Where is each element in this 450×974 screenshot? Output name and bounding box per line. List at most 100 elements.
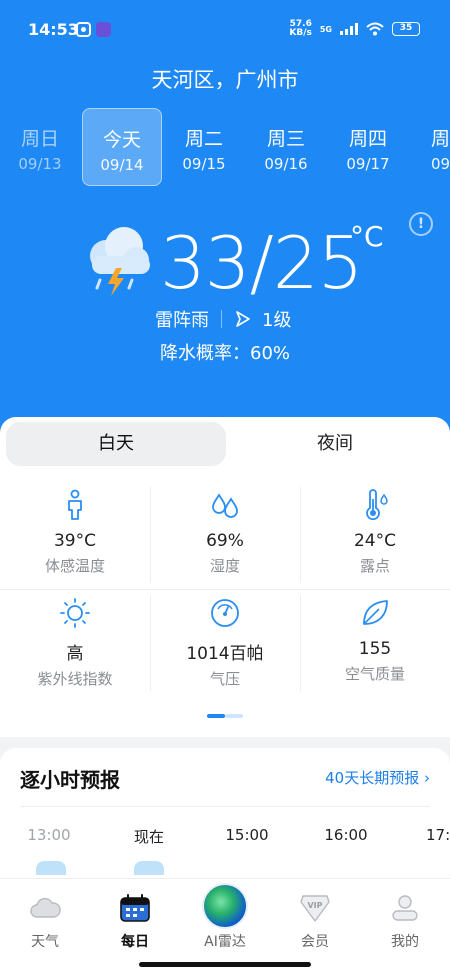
detail-label: 气压 bbox=[209, 670, 240, 688]
detail-humidity[interactable]: 69% 湿度 bbox=[150, 481, 300, 585]
tab-ai-radar[interactable]: AI雷达 bbox=[180, 879, 270, 959]
thermometer-icon bbox=[366, 489, 388, 521]
day-name: 今天 bbox=[102, 129, 141, 151]
wind-level: 1级 bbox=[262, 310, 292, 331]
svg-text:VIP: VIP bbox=[307, 901, 322, 910]
detail-label: 湿度 bbox=[209, 557, 240, 575]
detail-pressure[interactable]: 1014百帕 气压 bbox=[150, 589, 300, 693]
day-name: 周 bbox=[431, 128, 450, 150]
condition-text: 雷阵雨 bbox=[155, 310, 209, 331]
day-tab-today[interactable]: 今天 09/14 bbox=[82, 108, 162, 186]
app-icon-2 bbox=[96, 22, 111, 37]
forty-day-forecast-link[interactable]: 40天长期预报 › bbox=[325, 767, 430, 788]
tab-label: 会员 bbox=[301, 934, 329, 950]
temperature-unit: °C bbox=[350, 220, 384, 253]
tab-daytime[interactable]: 白天 bbox=[6, 422, 226, 466]
cloud-icon bbox=[134, 861, 164, 875]
tab-label: 每日 bbox=[121, 934, 149, 950]
day-selector: 周日 09/13 今天 09/14 周二 09/15 周三 09/16 周四 0… bbox=[0, 108, 450, 188]
signal-icon bbox=[340, 23, 358, 35]
hour-item: 16:00 bbox=[324, 826, 368, 844]
location-title[interactable]: 天河区，广州市 bbox=[0, 64, 450, 94]
day-tab-fri[interactable]: 周 09/ bbox=[410, 108, 450, 186]
status-time: 14:53 bbox=[28, 20, 79, 39]
temperature-range: 33/25 bbox=[160, 221, 363, 305]
person-icon bbox=[68, 489, 82, 520]
day-tab-wed[interactable]: 周三 09/16 bbox=[246, 108, 326, 186]
detail-label: 露点 bbox=[359, 557, 390, 575]
tab-weather[interactable]: 天气 bbox=[0, 879, 90, 959]
day-date: 09/ bbox=[431, 155, 450, 173]
calendar-icon bbox=[120, 894, 150, 922]
net-speed-unit: KB/s bbox=[289, 28, 312, 38]
detail-value: 高 bbox=[66, 644, 84, 664]
wifi-icon bbox=[366, 22, 384, 36]
info-icon[interactable]: ! bbox=[409, 212, 433, 236]
divider bbox=[221, 310, 222, 328]
gauge-icon bbox=[211, 599, 239, 627]
ai-radar-globe-icon bbox=[202, 883, 248, 929]
details-grid: 39°C 体感温度 69% 湿度 24°C 露点 高 紫外线指数 1014百帕 … bbox=[0, 481, 450, 697]
detail-value: 39°C bbox=[53, 531, 96, 551]
status-right: 57.6 KB/s 5G 35 bbox=[289, 20, 420, 38]
day-tab-tue[interactable]: 周二 09/15 bbox=[164, 108, 244, 186]
status-bar: 14:53 57.6 KB/s 5G 35 bbox=[0, 0, 450, 56]
day-date: 09/17 bbox=[346, 155, 390, 173]
page-indicator bbox=[207, 714, 243, 718]
battery-icon: 35 bbox=[392, 22, 420, 36]
detail-feels-like[interactable]: 39°C 体感温度 bbox=[0, 481, 150, 585]
bottom-tab-bar: 天气 每日 AI雷达 VIP 会员 我的 bbox=[0, 878, 450, 974]
detail-uv-index[interactable]: 高 紫外线指数 bbox=[0, 589, 150, 693]
network-type: 5G bbox=[319, 24, 332, 34]
vip-icon: VIP bbox=[300, 895, 330, 922]
tab-daily[interactable]: 每日 bbox=[90, 879, 180, 959]
tab-label: AI雷达 bbox=[204, 934, 246, 950]
day-date: 09/16 bbox=[264, 155, 308, 173]
day-date: 09/13 bbox=[18, 155, 62, 173]
tab-label: 天气 bbox=[31, 934, 59, 950]
app-icon-1 bbox=[76, 22, 91, 37]
detail-dew-point[interactable]: 24°C 露点 bbox=[300, 481, 450, 585]
humidity-icon bbox=[212, 493, 238, 518]
network-speed: 57.6 KB/s bbox=[289, 20, 311, 38]
day-name: 周四 bbox=[348, 128, 387, 150]
hourly-title: 逐小时预报 bbox=[20, 768, 120, 792]
weather-hero: 14:53 57.6 KB/s 5G 35 天河区，广州市 周日 09/13 今… bbox=[0, 0, 450, 440]
profile-icon bbox=[392, 895, 418, 921]
home-indicator[interactable] bbox=[139, 962, 311, 967]
hour-item: 17:0 bbox=[426, 826, 450, 844]
tab-label: 我的 bbox=[391, 934, 419, 950]
detail-label: 空气质量 bbox=[344, 665, 405, 683]
detail-value: 1014百帕 bbox=[186, 644, 264, 664]
tab-profile[interactable]: 我的 bbox=[360, 879, 450, 959]
thunderstorm-icon bbox=[90, 227, 150, 296]
day-tab-sun[interactable]: 周日 09/13 bbox=[0, 108, 80, 186]
page-dot bbox=[225, 714, 243, 718]
day-tab-thu[interactable]: 周四 09/17 bbox=[328, 108, 408, 186]
hourly-forecast: 逐小时预报 40天长期预报 › 13:00 现在 15:00 16:00 17:… bbox=[0, 748, 450, 888]
cloud-icon bbox=[36, 861, 66, 875]
tab-membership[interactable]: VIP 会员 bbox=[270, 879, 360, 959]
day-name: 周二 bbox=[184, 128, 223, 150]
tab-night[interactable]: 夜间 bbox=[226, 422, 444, 466]
leaf-icon bbox=[363, 600, 388, 625]
cloud-icon bbox=[30, 897, 61, 918]
detail-label: 体感温度 bbox=[44, 557, 105, 575]
hour-item: 现在 bbox=[133, 828, 164, 846]
hour-item: 15:00 bbox=[225, 826, 269, 844]
sun-icon bbox=[60, 598, 90, 628]
detail-air-quality[interactable]: 155 空气质量 bbox=[300, 589, 450, 693]
detail-value: 69% bbox=[206, 531, 244, 551]
divider bbox=[20, 806, 430, 807]
day-date: 09/14 bbox=[100, 156, 144, 174]
detail-value: 24°C bbox=[353, 531, 396, 551]
day-name: 周日 bbox=[20, 128, 59, 150]
details-card: 白天 夜间 39°C 体感温度 69% 湿度 24°C 露点 高 紫外线指数 1… bbox=[0, 417, 450, 737]
detail-value: 155 bbox=[358, 639, 392, 659]
day-name: 周三 bbox=[266, 128, 305, 150]
detail-label: 紫外线指数 bbox=[37, 670, 113, 688]
condition-row: 雷阵雨 1级 bbox=[155, 306, 291, 332]
day-night-toggle: 白天 夜间 bbox=[6, 422, 444, 467]
day-date: 09/15 bbox=[182, 155, 226, 173]
hour-item: 13:00 bbox=[27, 826, 71, 844]
